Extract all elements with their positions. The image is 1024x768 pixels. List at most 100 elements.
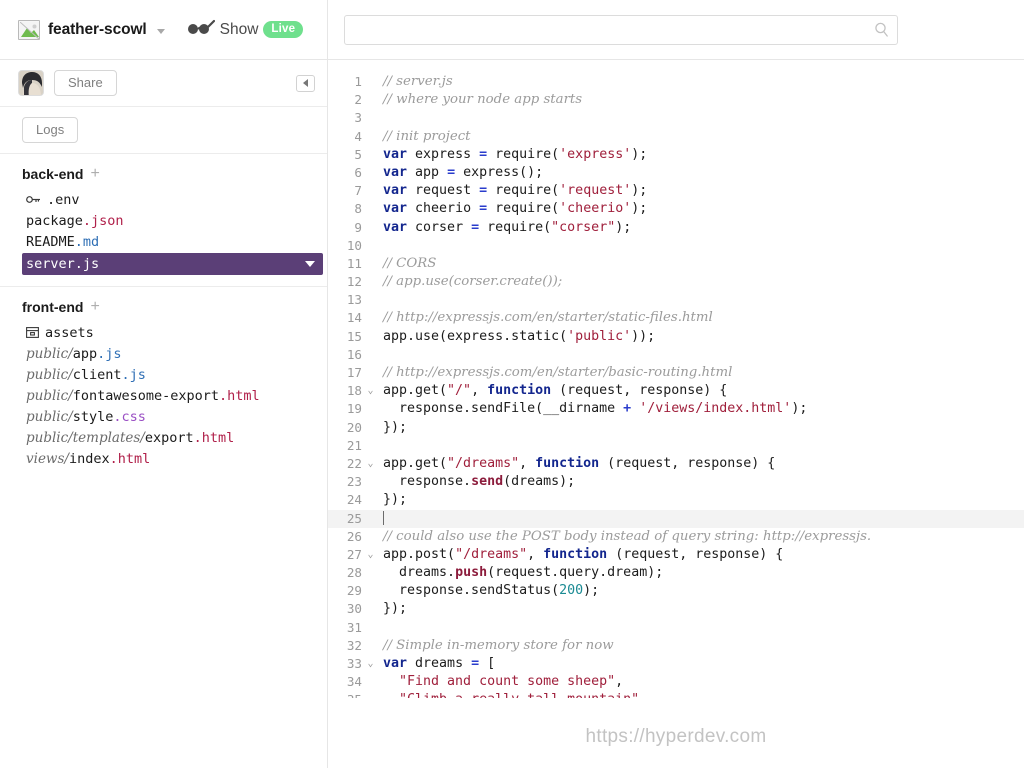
- token: function: [487, 383, 552, 399]
- code-line[interactable]: 3: [328, 109, 1024, 127]
- code-line[interactable]: 4 // init project: [328, 128, 1024, 146]
- code-text: var dreams = [: [377, 655, 495, 673]
- code-line[interactable]: 34 "Find and count some sheep",: [328, 673, 1024, 691]
- token: express: [407, 146, 480, 162]
- file-name: assets: [45, 324, 94, 341]
- avatar[interactable]: [18, 70, 44, 96]
- file-item-package-json[interactable]: package .json: [0, 210, 327, 231]
- token: );: [615, 219, 632, 235]
- broken-image-icon: [18, 19, 40, 40]
- code-line[interactable]: 19 response.sendFile(__dirname + '/views…: [328, 400, 1024, 418]
- fold-chevron-icon[interactable]: ⌄: [364, 455, 377, 473]
- chevron-down-icon[interactable]: [156, 28, 165, 34]
- code-line[interactable]: 32 // Simple in-memory store for now: [328, 637, 1024, 655]
- code-line[interactable]: 17 // http://expressjs.com/en/starter/bas…: [328, 364, 1024, 382]
- code-line[interactable]: 1 // server.js: [328, 73, 1024, 91]
- token: dreams.: [383, 565, 456, 581]
- editor-bottom-mask: [328, 698, 1024, 768]
- token: );: [631, 201, 648, 217]
- code-line[interactable]: 25: [328, 509, 1024, 528]
- code-text: "Find and count some sheep",: [377, 673, 623, 691]
- code-line[interactable]: 15 app.use(express.static('public'));: [328, 328, 1024, 346]
- code-line[interactable]: 6 var app = express();: [328, 164, 1024, 182]
- file-item-public-app-js[interactable]: public/app .js: [0, 343, 327, 364]
- token: (request, response) {: [599, 455, 776, 471]
- code-text: var request = require('request');: [377, 182, 647, 200]
- code-editor[interactable]: 1 // server.js 2 // where your node app sta…: [328, 60, 1024, 768]
- code-line[interactable]: 16: [328, 346, 1024, 364]
- code-line[interactable]: 29 response.sendStatus(200);: [328, 582, 1024, 600]
- code-line[interactable]: 18 ⌄ app.get("/", function (request, respo…: [328, 382, 1024, 400]
- code-text: app.use(express.static('public'));: [377, 328, 655, 346]
- chevron-down-icon[interactable]: [305, 261, 315, 267]
- token: "/dreams": [447, 455, 520, 471]
- code-line[interactable]: 28 dreams.push(request.query.dream);: [328, 564, 1024, 582]
- code-line[interactable]: 31: [328, 619, 1024, 637]
- token: ,: [519, 455, 536, 471]
- file-item-server-js[interactable]: server.js: [22, 253, 323, 275]
- line-number: 3: [354, 110, 362, 126]
- search-bar-area: [328, 0, 1024, 59]
- code-text: });: [377, 419, 407, 437]
- line-number: 27: [346, 546, 362, 562]
- code-line[interactable]: 30});: [328, 600, 1024, 618]
- code-line[interactable]: 33 ⌄ var dreams = [: [328, 655, 1024, 673]
- code-text: });: [377, 600, 407, 618]
- code-area[interactable]: 1 // server.js 2 // where your node app sta…: [328, 60, 1024, 768]
- code-line[interactable]: 8 var cheerio = require('cheerio');: [328, 200, 1024, 218]
- file-item-public-client-js[interactable]: public/client .js: [0, 364, 327, 385]
- code-line[interactable]: 14 // http://expressjs.com/en/starter/sta…: [328, 309, 1024, 327]
- show-toggle[interactable]: Show Live: [187, 19, 304, 40]
- file-item-env[interactable]: .env: [0, 189, 327, 210]
- token: "/dreams": [455, 546, 528, 562]
- search-icon[interactable]: [874, 22, 889, 43]
- token: request: [407, 183, 480, 199]
- file-item-views-index-html[interactable]: views/index .html: [0, 448, 327, 469]
- token: =: [479, 146, 488, 162]
- code-line[interactable]: 23 response.send(dreams);: [328, 473, 1024, 491]
- code-line[interactable]: 10: [328, 237, 1024, 255]
- code-line[interactable]: 20});: [328, 419, 1024, 437]
- code-line[interactable]: 9 var corser = require("corser");: [328, 219, 1024, 237]
- fold-chevron-icon[interactable]: ⌄: [364, 382, 377, 400]
- file-item-public-style-css[interactable]: public/style .css: [0, 406, 327, 427]
- project-name[interactable]: feather-scowl: [48, 21, 147, 39]
- code-line[interactable]: 2 // where your node app starts: [328, 91, 1024, 109]
- code-line[interactable]: 24});: [328, 491, 1024, 509]
- file-item-readme-md[interactable]: README .md: [0, 231, 327, 252]
- code-line[interactable]: 13: [328, 291, 1024, 309]
- token: 200: [559, 583, 584, 599]
- code-text: app.get("/", function (request, response…: [377, 382, 727, 400]
- file-ext: .html: [109, 450, 151, 467]
- logs-button[interactable]: Logs: [22, 117, 79, 143]
- code-line[interactable]: 11 // CORS: [328, 255, 1024, 273]
- collapse-left-icon[interactable]: [296, 74, 315, 92]
- code-text: var corser = require("corser");: [377, 219, 631, 237]
- code-line[interactable]: 12 // app.use(corser.create());: [328, 273, 1024, 291]
- search-input[interactable]: [344, 14, 898, 45]
- file-item-public-fontawesome-export-html[interactable]: public/fontawesome-export .html: [0, 385, 327, 406]
- token: var: [383, 164, 408, 180]
- file-name: app: [72, 345, 98, 362]
- share-button[interactable]: Share: [54, 70, 117, 96]
- code-line[interactable]: 5 var express = require('express');: [328, 146, 1024, 164]
- line-number: 14: [346, 310, 362, 326]
- collapse-triangle: [303, 79, 308, 87]
- plus-icon[interactable]: +: [90, 299, 99, 315]
- file-item-public-templates-export-html[interactable]: public/templates/export .html: [0, 427, 327, 448]
- code-line[interactable]: 21: [328, 437, 1024, 455]
- plus-icon[interactable]: +: [90, 166, 99, 182]
- token: require(: [487, 146, 560, 162]
- line-number: 25: [346, 510, 362, 526]
- code-line[interactable]: 7 var request = require('request');: [328, 182, 1024, 200]
- fold-chevron-icon[interactable]: ⌄: [364, 546, 377, 564]
- code-line[interactable]: 26 // could also use the POST body instea…: [328, 528, 1024, 546]
- file-name: .env: [47, 191, 80, 208]
- file-item-assets[interactable]: assets: [0, 322, 327, 343]
- file-ext: .js: [97, 345, 122, 362]
- code-line[interactable]: 27 ⌄ app.post("/dreams", function (request…: [328, 546, 1024, 564]
- fold-chevron-icon[interactable]: ⌄: [364, 655, 377, 673]
- token: push: [455, 565, 488, 581]
- token: // where your node app starts: [383, 92, 583, 108]
- code-line[interactable]: 22 ⌄ app.get("/dreams", function (request,…: [328, 455, 1024, 473]
